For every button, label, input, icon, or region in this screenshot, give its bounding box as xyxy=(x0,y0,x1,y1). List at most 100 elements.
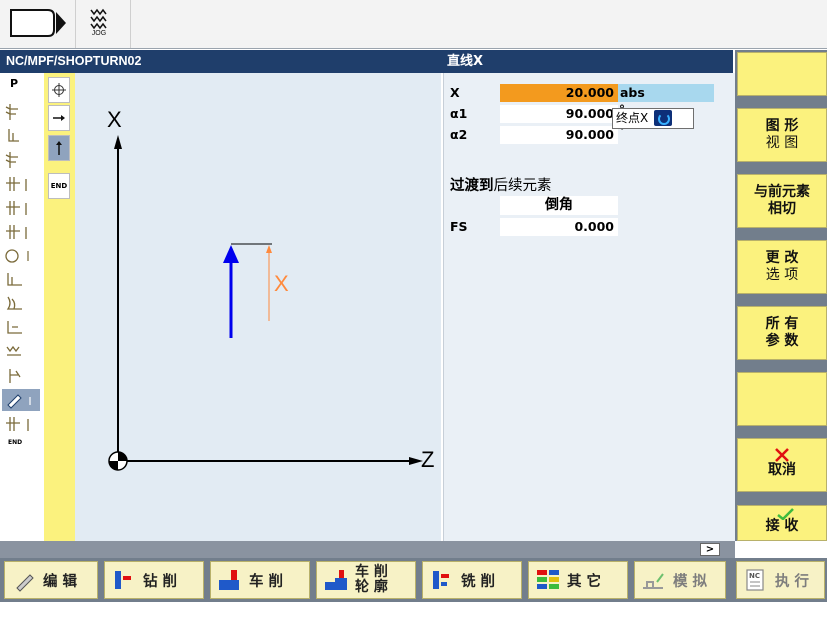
drill-icon xyxy=(115,571,131,589)
contour-turning-line1: 车 削 xyxy=(355,564,388,580)
field-label: α2 xyxy=(450,127,468,142)
svg-text:NC: NC xyxy=(749,572,760,580)
scroll-right-button[interactable]: > xyxy=(700,543,720,556)
tooltip-symbol-icon xyxy=(654,110,672,126)
softkey-label: 所 有 xyxy=(765,316,799,332)
softkey-label: 参 数 xyxy=(765,333,799,349)
pencil-icon[interactable] xyxy=(2,389,40,411)
field-label: X xyxy=(450,85,460,100)
x-unit-select[interactable]: abs xyxy=(618,84,714,102)
arrow-up-icon[interactable] xyxy=(48,135,70,161)
thread-icon[interactable] xyxy=(2,341,40,363)
other-icon xyxy=(537,570,559,589)
dimension-arrow xyxy=(266,245,272,253)
contour-icon[interactable] xyxy=(2,317,40,339)
parameter-form: X 20.000 abs α1 90.000 ° α2 90.000 ° 过渡到… xyxy=(443,73,736,541)
contour-icon[interactable] xyxy=(2,365,40,387)
softkey-label: 选 项 xyxy=(765,267,799,283)
circle-icon[interactable] xyxy=(2,245,40,267)
tangent-to-previous-button[interactable]: 与前元素 相切 xyxy=(737,174,827,228)
cancel-button[interactable]: 取消 xyxy=(737,438,827,492)
fs-input[interactable]: 0.000 xyxy=(500,218,618,236)
accept-button[interactable]: 接 收 xyxy=(737,505,827,541)
program-step-list: P END xyxy=(0,73,45,541)
step-icon[interactable] xyxy=(2,125,40,147)
contour-icon[interactable] xyxy=(2,293,40,315)
transition-title: 过渡到后续元素 xyxy=(450,174,552,195)
alpha2-input[interactable]: 90.000 xyxy=(500,126,618,144)
dimension-label: X xyxy=(274,271,289,296)
z-axis-label: Z xyxy=(421,447,435,472)
jog-mode[interactable]: JOG xyxy=(82,6,116,42)
divider xyxy=(130,0,131,48)
graphic-view-button[interactable]: 图 形 视 图 xyxy=(737,108,827,162)
turn-icon[interactable] xyxy=(2,101,40,123)
execute-button[interactable]: NC 执 行 xyxy=(736,561,825,599)
softkey-label: 与前元素 xyxy=(754,184,810,200)
field-fs: FS 0.000 xyxy=(444,218,734,236)
turning-label: 车 削 xyxy=(249,573,284,590)
tooltip-label: 终点X xyxy=(616,111,649,125)
edit-label: 编 辑 xyxy=(43,573,78,590)
step-p[interactable]: P xyxy=(2,77,48,99)
simulate-label: 模 拟 xyxy=(673,573,708,590)
vertical-softkey-bar: 图 形 视 图 与前元素 相切 更 改 选 项 所 有 参 数 取消 接 收 xyxy=(735,50,827,541)
drill-icon[interactable] xyxy=(2,173,40,195)
softkey-label: 相切 xyxy=(768,201,796,217)
contour-turning-label: 车 削 轮 廓 xyxy=(355,565,388,595)
contour-turning-button[interactable]: 车 削 轮 廓 xyxy=(316,561,416,599)
divider xyxy=(75,0,76,48)
contour-graphic: X Z X xyxy=(75,73,441,541)
origin-quadrant xyxy=(109,461,118,470)
form-title: 直线X xyxy=(443,50,733,73)
change-selection-button[interactable]: 更 改 选 项 xyxy=(737,240,827,294)
nc-execute-icon: NC xyxy=(746,569,764,591)
transition-type-select[interactable]: 倒角 xyxy=(500,196,618,215)
contour-icon[interactable] xyxy=(2,269,40,291)
operating-area-icon[interactable] xyxy=(10,8,66,38)
all-parameters-button[interactable]: 所 有 参 数 xyxy=(737,306,827,360)
turning-button[interactable]: 车 削 xyxy=(210,561,310,599)
softkey-label: 图 形 xyxy=(765,118,799,134)
turning-icon xyxy=(219,570,239,590)
x-axis-label: X xyxy=(107,107,122,132)
arrow-right-icon[interactable] xyxy=(48,105,70,131)
pencil-icon xyxy=(16,574,34,592)
cancel-x-icon xyxy=(775,448,789,462)
footer-blank xyxy=(0,602,827,628)
origin-quadrant xyxy=(118,452,127,461)
drilling-button[interactable]: 钻 削 xyxy=(104,561,204,599)
contour-tool-column: END xyxy=(44,73,75,541)
milling-icon xyxy=(433,571,449,589)
softkey-6[interactable] xyxy=(737,372,827,426)
simulate-button[interactable]: 模 拟 xyxy=(634,561,726,599)
circle-target-icon[interactable] xyxy=(48,77,70,103)
contour-graphic-canvas xyxy=(108,135,423,471)
alpha1-input[interactable]: 90.000 xyxy=(500,105,618,123)
other-button[interactable]: 其 它 xyxy=(528,561,628,599)
end-icon[interactable]: END xyxy=(2,439,46,461)
transition-title-part: 过渡到 xyxy=(450,178,494,194)
tooltip: 终点X xyxy=(612,108,694,129)
edit-button[interactable]: 编 辑 xyxy=(4,561,98,599)
drill-icon[interactable] xyxy=(2,413,40,435)
milling-button[interactable]: 铣 削 xyxy=(422,561,522,599)
contour-element-arrow xyxy=(223,245,239,263)
drill-icon[interactable] xyxy=(2,197,40,219)
milling-label: 铣 削 xyxy=(461,573,496,590)
softkey-1[interactable] xyxy=(737,52,827,96)
end-icon[interactable]: END xyxy=(48,173,70,199)
drilling-label: 钻 削 xyxy=(143,573,178,590)
softkey-label: 视 图 xyxy=(765,135,799,151)
horizontal-scrollbar[interactable] xyxy=(0,541,735,558)
contour-turning-line2: 轮 廓 xyxy=(355,579,388,595)
softkey-label: 更 改 xyxy=(765,250,799,266)
turn-icon[interactable] xyxy=(2,149,40,171)
check-icon xyxy=(777,508,794,520)
pencil-glyph-icon xyxy=(7,394,31,409)
field-label: FS xyxy=(450,219,468,234)
drill-icon[interactable] xyxy=(2,221,40,243)
other-label: 其 它 xyxy=(567,573,602,590)
x-value-input[interactable]: 20.000 xyxy=(500,84,618,102)
softkey-label: 接 收 xyxy=(765,517,799,534)
